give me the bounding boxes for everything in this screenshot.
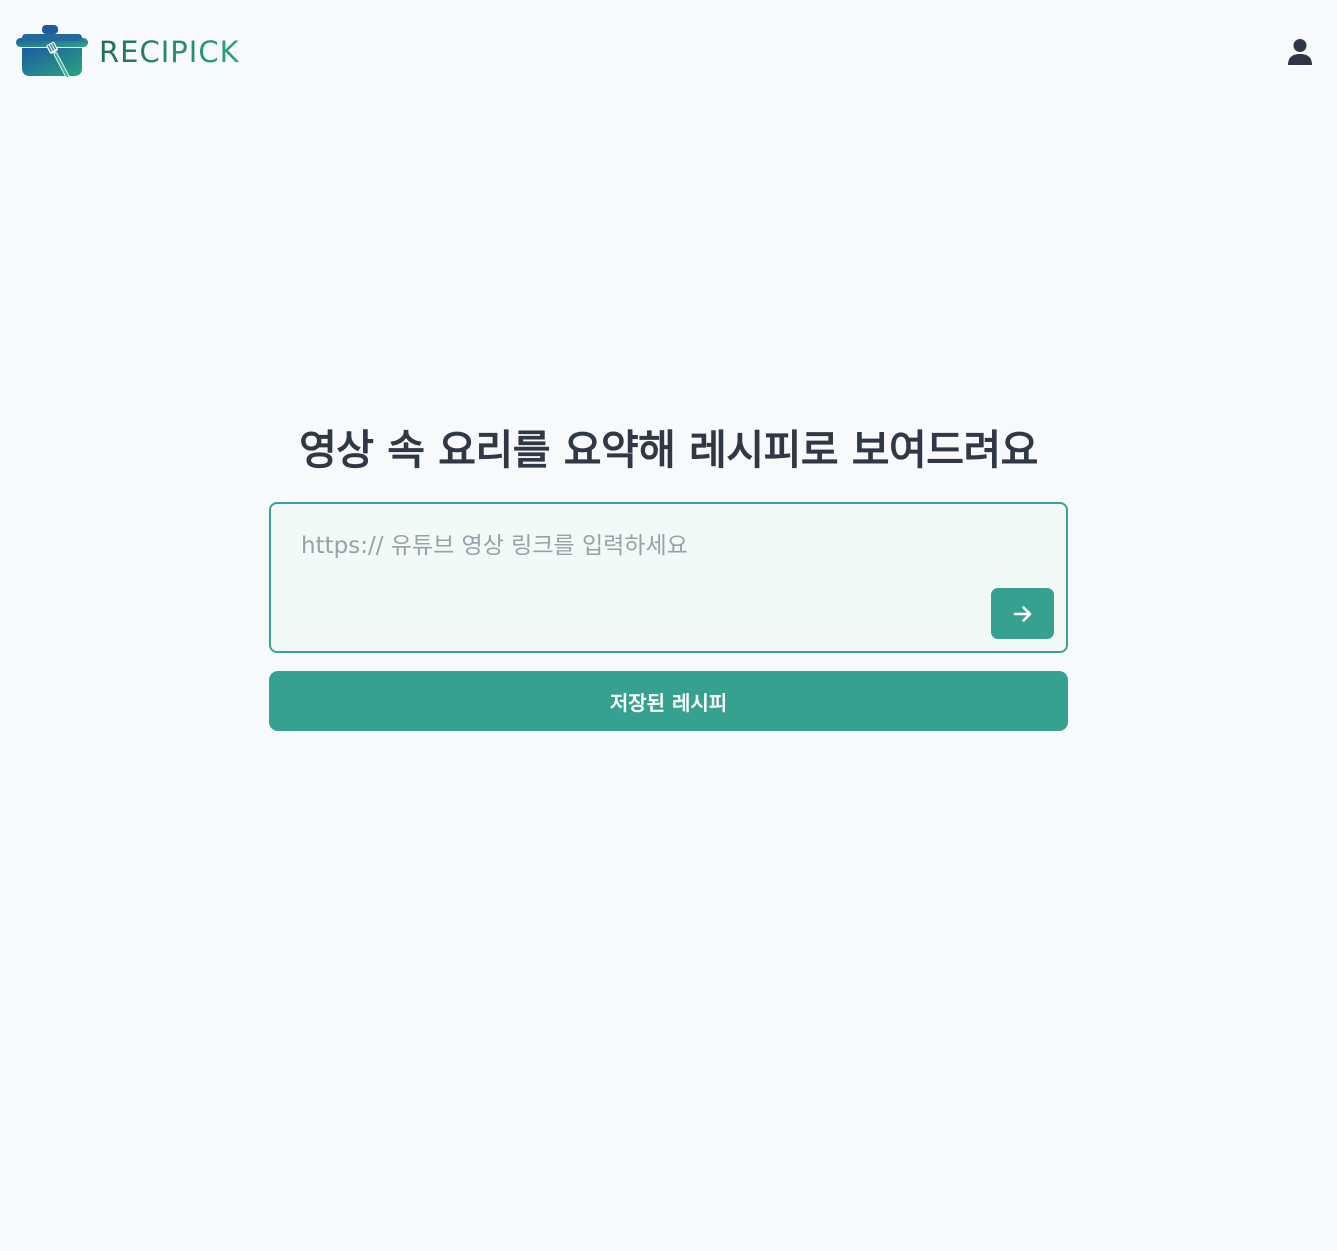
main-content: 영상 속 요리를 요약해 레시피로 보여드려요 저장된 레시피 bbox=[269, 420, 1068, 731]
profile-button[interactable] bbox=[1283, 34, 1317, 70]
page-title: 영상 속 요리를 요약해 레시피로 보여드려요 bbox=[299, 426, 1038, 474]
submit-button[interactable] bbox=[991, 588, 1054, 639]
app-header: RECIPICK bbox=[0, 0, 1337, 104]
user-icon bbox=[1288, 39, 1312, 65]
link-input-box[interactable] bbox=[269, 502, 1068, 653]
brand-name: RECIPICK bbox=[99, 34, 240, 69]
youtube-link-input[interactable] bbox=[301, 526, 1001, 566]
saved-recipes-button[interactable]: 저장된 레시피 bbox=[269, 671, 1068, 731]
arrow-right-icon bbox=[1013, 605, 1031, 622]
cooking-pot-icon bbox=[16, 25, 88, 79]
brand-logo[interactable]: RECIPICK bbox=[14, 22, 240, 82]
